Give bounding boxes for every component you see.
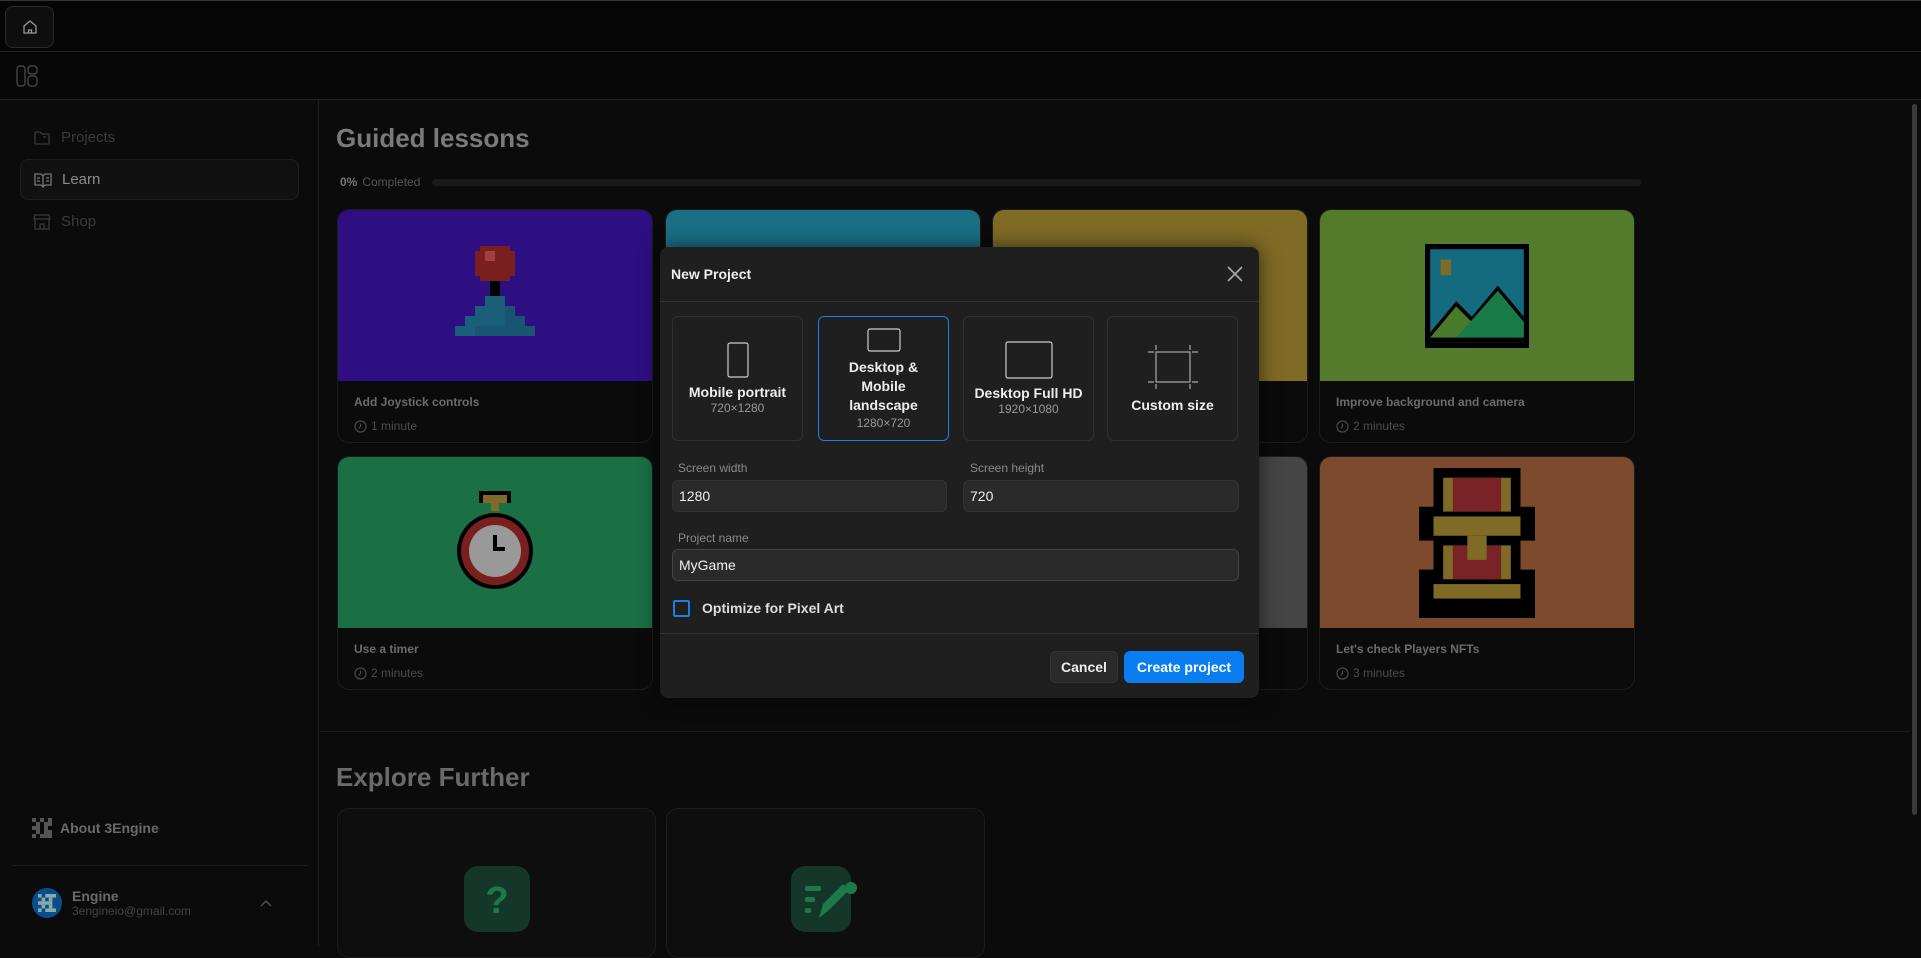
- user-email: 3engineio@gmail.com: [72, 904, 191, 918]
- divider: [660, 633, 1259, 634]
- lesson-thumbnail: [338, 210, 652, 381]
- treasure-chest-icon: [1419, 467, 1535, 618]
- dialog-header: New Project: [660, 247, 1259, 302]
- close-icon[interactable]: [1223, 262, 1247, 286]
- crop-frame-icon: [1147, 344, 1198, 389]
- 3engine-logo-icon: [32, 818, 52, 838]
- option-label: Desktop & Mobile landscape: [848, 358, 919, 413]
- lesson-duration: 2 minutes: [354, 666, 423, 680]
- section-title: Explore Further: [336, 762, 530, 792]
- home-icon: [22, 20, 37, 34]
- phone-icon: [726, 342, 749, 378]
- progress-bar: [432, 179, 1641, 186]
- store-icon: [33, 213, 51, 230]
- duration-text: 3 minutes: [1353, 666, 1406, 680]
- lesson-thumbnail: [338, 457, 652, 628]
- screen-height-label: Screen height: [970, 461, 1045, 475]
- svg-text:?: ?: [485, 880, 508, 922]
- lesson-title: Add Joystick controls: [354, 395, 480, 409]
- duration-text: 2 minutes: [1353, 419, 1406, 433]
- sidebar-item-label: Shop: [61, 213, 97, 230]
- book-icon: [34, 172, 52, 188]
- screen-height-input[interactable]: [963, 480, 1239, 512]
- option-desktop-full-hd[interactable]: Desktop Full HD 1920×1080: [963, 316, 1094, 441]
- sidebar-item-learn[interactable]: Learn: [20, 159, 299, 200]
- toolbar: [0, 52, 1921, 100]
- clock-icon: [354, 666, 367, 680]
- sidebar-item-projects[interactable]: Projects: [20, 117, 299, 158]
- option-label: Mobile portrait: [688, 384, 787, 400]
- question-icon: ?: [463, 866, 530, 932]
- screen-width-label: Screen width: [678, 461, 748, 475]
- duration-text: 1 minute: [371, 419, 418, 433]
- explore-card-notes[interactable]: [666, 808, 985, 958]
- lesson-title: Improve background and camera: [1336, 395, 1525, 409]
- progress-percent: 0%: [340, 175, 358, 189]
- screen-width-input[interactable]: [672, 480, 947, 512]
- sidebar-item-label: Projects: [61, 129, 116, 146]
- divider: [12, 865, 308, 866]
- top-bar: [0, 0, 1921, 52]
- about-link[interactable]: About 3Engine: [32, 818, 159, 838]
- edit-note-icon: [790, 866, 857, 932]
- lesson-card[interactable]: Improve background and camera 2 minutes: [1319, 209, 1635, 443]
- cancel-button[interactable]: Cancel: [1050, 651, 1118, 683]
- lesson-duration: 3 minutes: [1336, 666, 1405, 680]
- project-name-label: Project name: [678, 531, 749, 545]
- stopwatch-icon: [457, 490, 533, 589]
- scrollbar[interactable]: [1912, 104, 1917, 815]
- lesson-duration: 1 minute: [354, 419, 417, 433]
- lesson-card[interactable]: Use a timer 2 minutes: [337, 456, 653, 690]
- folder-icon: [34, 130, 50, 145]
- page-title: Guided lessons: [336, 123, 530, 153]
- clock-icon: [1336, 419, 1349, 433]
- lesson-thumbnail: [1320, 210, 1634, 381]
- layout-icon[interactable]: [16, 65, 38, 87]
- explore-card-help[interactable]: ?: [337, 808, 656, 958]
- divider: [320, 731, 1910, 732]
- clock-icon: [354, 419, 367, 433]
- pixel-art-label[interactable]: Optimize for Pixel Art: [702, 600, 844, 616]
- option-size: 720×1280: [710, 401, 765, 415]
- progress-label: 0% Completed: [340, 175, 420, 189]
- option-label: Desktop Full HD: [974, 385, 1083, 401]
- option-desktop-mobile-landscape[interactable]: Desktop & Mobile landscape 1280×720: [818, 316, 949, 441]
- clock-icon: [1336, 666, 1349, 680]
- project-name-input[interactable]: [672, 549, 1239, 581]
- landscape-screen-icon: [866, 327, 901, 352]
- lesson-title: Let's check Players NFTs: [1336, 642, 1480, 656]
- landscape-image-icon: [1425, 243, 1529, 348]
- sidebar-item-shop[interactable]: Shop: [20, 201, 299, 242]
- progress-text: Completed: [362, 175, 421, 189]
- pixel-art-checkbox[interactable]: [673, 600, 690, 617]
- duration-text: 2 minutes: [371, 666, 424, 680]
- about-label: About 3Engine: [60, 820, 159, 836]
- lesson-card[interactable]: Let's check Players NFTs 3 minutes: [1319, 456, 1635, 690]
- dialog-title: New Project: [671, 266, 752, 282]
- user-name: Engine: [72, 888, 119, 904]
- option-label: Custom size: [1131, 396, 1214, 413]
- chevron-up-icon[interactable]: [259, 898, 273, 908]
- new-project-dialog: New Project Mobile portrait 720×1280 Des…: [660, 247, 1259, 698]
- create-project-button[interactable]: Create project: [1124, 651, 1244, 683]
- option-size: 1280×720: [856, 415, 911, 430]
- lesson-title: Use a timer: [354, 642, 419, 656]
- option-size: 1920×1080: [998, 402, 1059, 416]
- avatar: [32, 888, 62, 918]
- lesson-duration: 2 minutes: [1336, 419, 1405, 433]
- 3engine-logo-icon: [38, 894, 56, 912]
- joystick-icon: [455, 245, 535, 336]
- option-mobile-portrait[interactable]: Mobile portrait 720×1280: [672, 316, 803, 441]
- lesson-thumbnail: [1320, 457, 1634, 628]
- option-custom-size[interactable]: Custom size: [1107, 316, 1238, 441]
- user-menu[interactable]: Engine 3engineio@gmail.com: [32, 888, 273, 918]
- sidebar-item-label: Learn: [62, 171, 101, 188]
- lesson-card[interactable]: Add Joystick controls 1 minute: [337, 209, 653, 443]
- monitor-icon: [1004, 341, 1053, 379]
- home-button[interactable]: [5, 6, 54, 48]
